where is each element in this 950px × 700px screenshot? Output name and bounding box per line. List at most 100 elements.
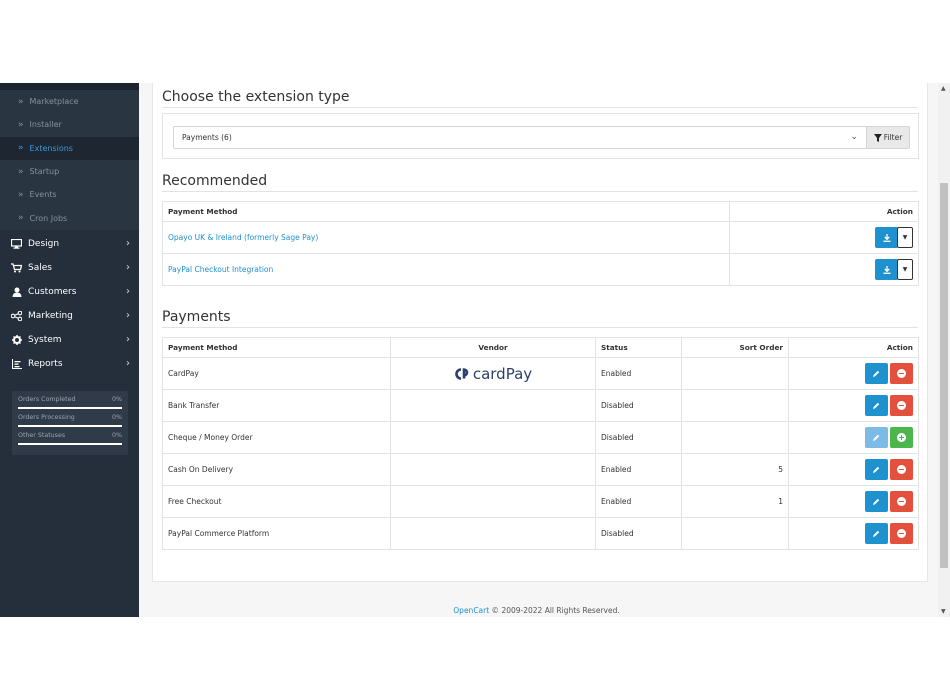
install-button[interactable] xyxy=(890,427,913,448)
sidebar-item-system[interactable]: System › xyxy=(0,328,139,352)
edit-button[interactable] xyxy=(864,523,888,544)
stat-orders-completed: Orders Completed 0% xyxy=(18,396,122,409)
sort-order-cell: 1 xyxy=(681,485,789,518)
cardpay-logo: cardPay xyxy=(454,365,532,383)
chevron-right-icon: › xyxy=(126,334,130,346)
uninstall-button[interactable] xyxy=(890,363,913,384)
status-cell: Disabled xyxy=(595,421,682,454)
column-header-action: Action xyxy=(729,201,919,222)
sidebar-item-marketing[interactable]: Marketing › xyxy=(0,304,139,328)
sidebar-item-startup[interactable]: » Startup xyxy=(0,159,139,184)
stat-label: Orders Processing xyxy=(18,414,75,421)
chart-icon xyxy=(11,358,22,369)
sidebar: » Marketplace » Installer » Extensions » Sta… xyxy=(0,83,139,617)
progress-bar xyxy=(18,407,122,409)
action-cell xyxy=(788,357,919,390)
status-cell: Enabled xyxy=(595,485,682,518)
cardpay-logo-mark xyxy=(455,367,469,380)
sidebar-item-installer[interactable]: » Installer xyxy=(0,113,139,137)
edit-button[interactable] xyxy=(864,363,888,384)
filter-panel: Payments (6) ⌄ Filter xyxy=(162,113,919,159)
pencil-icon xyxy=(873,530,880,537)
sidebar-item-label: Startup xyxy=(29,167,60,177)
sidebar-item-label: Sales xyxy=(28,262,52,273)
sidebar-item-reports[interactable]: Reports › xyxy=(0,352,139,376)
edit-button[interactable] xyxy=(864,459,888,480)
main-nav: Design › Sales › Customers › Marketing ›… xyxy=(0,230,139,376)
action-cell xyxy=(788,485,919,518)
double-chevron-icon: » xyxy=(18,166,24,177)
minus-circle-icon xyxy=(897,401,906,410)
download-button[interactable] xyxy=(875,259,898,280)
payment-name: Cheque / Money Order xyxy=(162,421,391,454)
sidebar-item-cron-jobs[interactable]: » Cron Jobs xyxy=(0,206,139,230)
sidebar-item-label: Customers xyxy=(28,286,77,297)
minus-circle-icon xyxy=(897,529,906,538)
vendor-cell xyxy=(390,389,596,422)
table-row: Free Checkout Enabled 1 xyxy=(162,485,919,518)
column-header-vendor: Vendor xyxy=(390,337,596,358)
recommended-extension-link[interactable]: Opayo UK & Ireland (formerly Sage Pay) xyxy=(168,233,318,242)
sidebar-item-label: Installer xyxy=(29,120,62,130)
sidebar-top-edge xyxy=(0,83,139,90)
divider xyxy=(162,191,918,192)
stat-other-statuses: Other Statuses 0% xyxy=(18,432,122,445)
sidebar-item-extensions[interactable]: » Extensions xyxy=(0,136,139,160)
user-icon xyxy=(11,286,22,297)
column-header-payment-method: Payment Method xyxy=(162,337,391,358)
recommended-extension-link[interactable]: PayPal Checkout Integration xyxy=(168,265,273,274)
select-value: Payments (6) xyxy=(182,133,232,142)
action-cell xyxy=(788,389,919,422)
uninstall-button[interactable] xyxy=(890,491,913,512)
divider xyxy=(162,327,918,328)
stat-value: 0% xyxy=(112,432,122,439)
sidebar-item-sales[interactable]: Sales › xyxy=(0,256,139,280)
double-chevron-icon: » xyxy=(18,119,24,130)
table-row: Opayo UK & Ireland (formerly Sage Pay) ▼ xyxy=(162,221,919,254)
uninstall-button[interactable] xyxy=(890,395,913,416)
uninstall-button[interactable] xyxy=(890,459,913,480)
dropdown-toggle[interactable]: ▼ xyxy=(897,227,913,248)
edit-button[interactable] xyxy=(864,491,888,512)
filter-button[interactable]: Filter xyxy=(866,126,910,149)
payment-name: Cash On Delivery xyxy=(162,453,391,486)
scrollbar-thumb[interactable] xyxy=(940,183,948,568)
scrollbar[interactable]: ▲ ▼ xyxy=(938,83,950,617)
recommended-table: Payment Method Action Opayo UK & Ireland… xyxy=(162,201,919,286)
dropdown-toggle[interactable]: ▼ xyxy=(897,259,913,280)
vendor-cell xyxy=(390,517,596,550)
filter-button-label: Filter xyxy=(883,133,903,142)
stat-value: 0% xyxy=(112,414,122,421)
action-cell: ▼ xyxy=(729,253,919,286)
scroll-up-arrow-icon[interactable]: ▲ xyxy=(941,85,946,92)
edit-button[interactable] xyxy=(864,395,888,416)
recommended-name-cell: Opayo UK & Ireland (formerly Sage Pay) xyxy=(162,221,730,254)
sidebar-item-marketplace[interactable]: » Marketplace xyxy=(0,90,139,114)
opencart-link[interactable]: OpenCart xyxy=(453,606,489,615)
extension-type-heading: Choose the extension type xyxy=(162,89,350,105)
divider xyxy=(162,107,918,108)
table-row: Bank Transfer Disabled xyxy=(162,389,919,422)
sidebar-item-label: Marketing xyxy=(28,310,73,321)
download-icon xyxy=(883,233,890,242)
double-chevron-icon: » xyxy=(18,189,24,200)
table-row: CardPay cardPay Enabled xyxy=(162,357,919,390)
sidebar-item-customers[interactable]: Customers › xyxy=(0,280,139,304)
sidebar-item-design[interactable]: Design › xyxy=(0,232,139,256)
pencil-icon xyxy=(873,466,880,473)
scroll-down-arrow-icon[interactable]: ▼ xyxy=(941,608,946,615)
sidebar-item-label: Marketplace xyxy=(29,97,79,107)
payment-name: CardPay xyxy=(162,357,391,390)
column-header-action: Action xyxy=(788,337,919,358)
table-header-row: Payment Method Action xyxy=(162,201,919,222)
stat-orders-processing: Orders Processing 0% xyxy=(18,414,122,427)
uninstall-button[interactable] xyxy=(890,523,913,544)
column-header-status: Status xyxy=(595,337,682,358)
sidebar-item-events[interactable]: » Events xyxy=(0,183,139,207)
sidebar-item-label: Cron Jobs xyxy=(29,213,68,223)
chevron-right-icon: › xyxy=(126,358,130,370)
download-button[interactable] xyxy=(875,227,898,248)
payments-heading: Payments xyxy=(162,309,231,325)
pencil-icon xyxy=(873,402,880,409)
extension-type-select[interactable]: Payments (6) ⌄ xyxy=(173,126,867,149)
